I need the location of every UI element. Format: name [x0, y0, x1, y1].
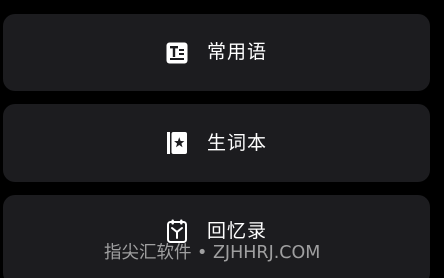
menu-item-label: 回忆录: [206, 219, 267, 242]
menu-item-common-phrases[interactable]: 常用语: [3, 14, 430, 91]
menu-item-vocabulary-book[interactable]: 生词本: [3, 104, 430, 182]
menu-item-label: 常用语: [206, 41, 267, 63]
watermark-text: 指尖汇软件 • ZJHHRJ.COM: [104, 243, 321, 263]
memoir-icon: [166, 219, 188, 243]
menu-item-content: 常用语: [166, 41, 267, 65]
menu-screen: 常用语 生词本 回忆录 指尖汇软件 • ZJHHRJ.COM: [0, 0, 444, 278]
menu-item-content: 生词本: [166, 131, 267, 155]
menu-item-memoir[interactable]: 回忆录: [3, 195, 430, 278]
vocabulary-book-icon: [166, 131, 188, 155]
menu-item-label: 生词本: [206, 131, 267, 154]
phrase-card-icon: [166, 41, 188, 65]
menu-item-content: 回忆录: [166, 219, 267, 243]
